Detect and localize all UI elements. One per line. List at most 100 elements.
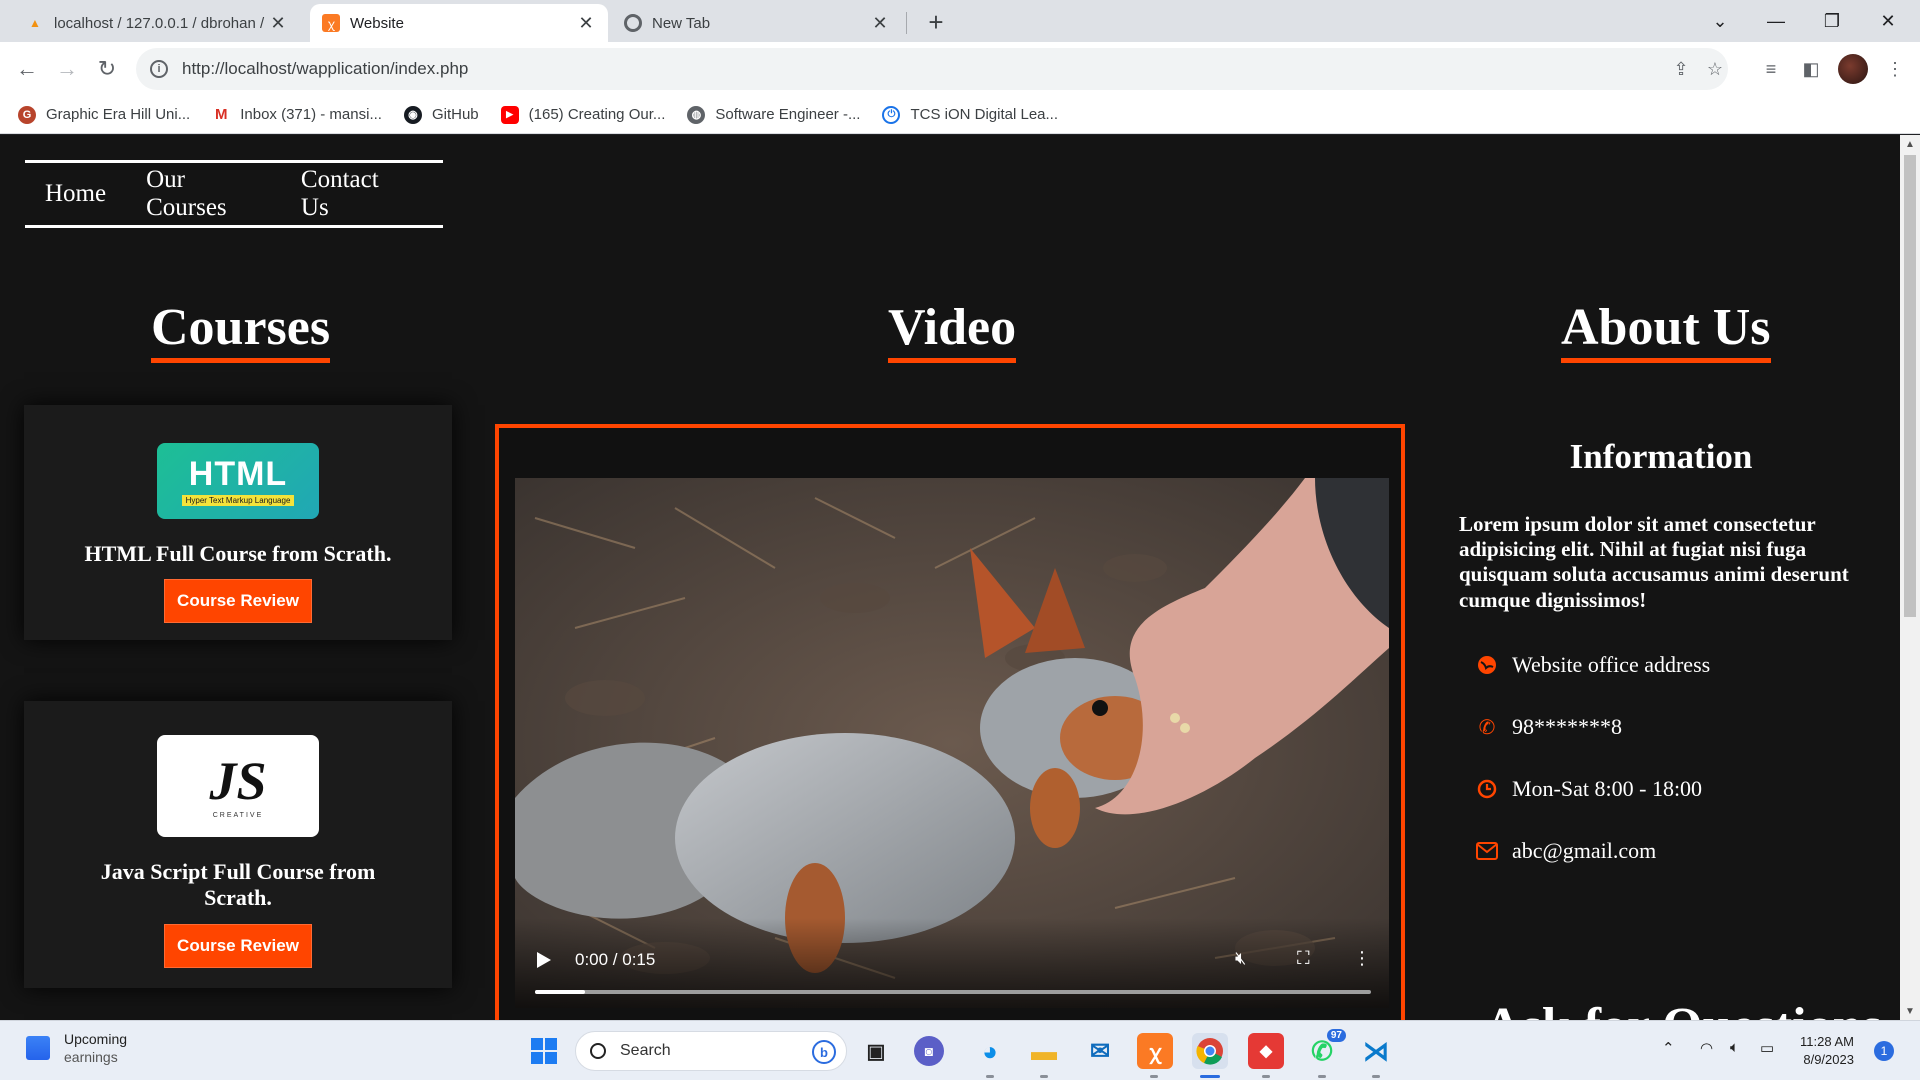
scroll-down-arrow-icon[interactable]: ▼ — [1900, 1002, 1920, 1020]
course-title: Java Script Full Course from Scrath. — [100, 859, 376, 911]
teams-chat-icon[interactable]: ◙ — [914, 1036, 944, 1066]
course-review-button[interactable]: Course Review — [164, 923, 312, 968]
running-indicator — [1040, 1075, 1048, 1078]
windows-taskbar: Upcoming earnings Search b ▣ ◙ ◕ ▬ ✉ ꭓ ◆… — [0, 1020, 1920, 1080]
bookmark-graphic-era[interactable]: G Graphic Era Hill Uni... — [18, 105, 191, 124]
xampp-icon: ꭓ — [322, 14, 340, 32]
youtube-icon: ▶ — [500, 105, 519, 124]
info-icon[interactable]: i — [150, 60, 168, 78]
windows-start-icon[interactable] — [526, 1033, 562, 1069]
gmail-icon: M — [212, 105, 231, 124]
scrollbar-thumb[interactable] — [1904, 155, 1916, 617]
logo-sub-text: Hyper Text Markup Language — [181, 494, 295, 506]
close-window-button[interactable]: ✕ — [1860, 0, 1916, 42]
share-icon[interactable]: ⇪ — [1668, 56, 1694, 82]
courses-heading: Courses — [151, 300, 331, 363]
close-icon[interactable]: ✕ — [268, 13, 288, 34]
globe-icon: ◍ — [687, 105, 706, 124]
video-heading: Video — [888, 300, 1017, 363]
notification-badge[interactable]: 1 — [1874, 1041, 1894, 1061]
xampp-icon[interactable]: ꭓ — [1137, 1033, 1173, 1069]
edge-icon[interactable]: ◕ — [972, 1033, 1008, 1069]
close-icon[interactable]: ✕ — [870, 13, 890, 34]
bookmark-software-engineer[interactable]: ◍ Software Engineer -... — [687, 105, 860, 124]
scroll-up-arrow-icon[interactable]: ▲ — [1900, 135, 1920, 153]
show-hidden-icons[interactable]: ⌃ — [1662, 1039, 1675, 1057]
tab-title: Website — [350, 14, 404, 32]
logo-main-text: HTML — [188, 454, 288, 493]
about-heading: About Us — [1561, 300, 1771, 363]
taskbar-search[interactable]: Search b — [575, 1031, 847, 1071]
file-explorer-icon[interactable]: ▬ — [1026, 1033, 1062, 1069]
video-time: 0:00 / 0:15 — [575, 950, 656, 969]
whatsapp-icon[interactable]: ✆ 97 — [1304, 1029, 1346, 1069]
restore-button[interactable]: ❐ — [1804, 0, 1860, 42]
url-text[interactable]: http://localhost/wapplication/index.php — [182, 59, 468, 79]
video-player[interactable]: 0:00 / 0:15 🔇︎ ⛶ ⋮ — [515, 478, 1389, 1008]
video-frame: 0:00 / 0:15 🔇︎ ⛶ ⋮ — [495, 424, 1405, 1020]
mute-icon[interactable]: 🔇︎ — [1235, 948, 1246, 969]
mail-icon[interactable]: ✉ — [1082, 1033, 1118, 1069]
system-clock[interactable]: 11:28 AM 8/9/2023 — [1800, 1033, 1854, 1068]
bookmark-tcs-ion[interactable]: ⏻ TCS iON Digital Lea... — [882, 105, 1058, 124]
forward-button[interactable]: → — [51, 53, 83, 85]
side-panel-icon[interactable]: ◧ — [1796, 54, 1826, 84]
battery-icon[interactable]: ▭ — [1760, 1039, 1774, 1057]
tab-website[interactable]: ꭓ Website ✕ — [310, 4, 608, 42]
vscode-icon[interactable]: ⋊ — [1358, 1033, 1394, 1069]
weather-widget[interactable]: Upcoming earnings — [26, 1030, 127, 1066]
page-scrollbar[interactable]: ▲ ▼ — [1900, 135, 1920, 1020]
new-tab-button[interactable]: + — [920, 6, 952, 38]
volume-icon[interactable]: 🔈︎ — [1730, 1039, 1739, 1056]
running-indicator — [1262, 1075, 1270, 1078]
bookmark-gmail[interactable]: M Inbox (371) - mansi... — [212, 105, 382, 124]
reload-button[interactable]: ↻ — [91, 53, 123, 85]
nav-contact-us[interactable]: Contact Us — [301, 166, 403, 222]
search-icon — [590, 1043, 606, 1059]
anydesk-icon[interactable]: ◆ — [1248, 1033, 1284, 1069]
bookmark-github[interactable]: ◉ GitHub — [403, 105, 479, 124]
address-bar[interactable]: i http://localhost/wapplication/index.ph… — [136, 48, 1728, 90]
nav-our-courses[interactable]: Our Courses — [146, 166, 261, 222]
nav-home[interactable]: Home — [45, 180, 106, 208]
menu-icon[interactable]: ⋮ — [1880, 54, 1910, 84]
tab-strip: ▲ localhost / 127.0.0.1 / dbrohan / ✕ ꭓ … — [0, 0, 1920, 42]
bookmark-label: (165) Creating Our... — [528, 106, 666, 123]
play-icon[interactable] — [537, 952, 551, 968]
bookmark-label: Graphic Era Hill Uni... — [46, 106, 191, 123]
reading-list-icon[interactable]: ≡ — [1756, 54, 1786, 84]
information-title: Information — [1569, 437, 1753, 476]
graphic-era-icon: G — [18, 105, 36, 124]
wifi-icon[interactable]: ◠ — [1700, 1039, 1713, 1057]
course-title: HTML Full Course from Scrath. — [84, 541, 392, 566]
close-icon[interactable]: ✕ — [576, 13, 596, 34]
minimize-button[interactable]: — — [1748, 0, 1804, 42]
bookmark-youtube[interactable]: ▶ (165) Creating Our... — [500, 105, 666, 124]
running-indicator — [1372, 1075, 1380, 1078]
clock-date: 8/9/2023 — [1803, 1051, 1854, 1067]
envelope-icon — [1476, 840, 1498, 862]
course-review-button[interactable]: Course Review — [164, 579, 312, 624]
browser-toolbar: ← → ↻ i http://localhost/wapplication/in… — [0, 42, 1920, 96]
contact-text: abc@gmail.com — [1512, 838, 1657, 863]
bookmark-star-icon[interactable]: ☆ — [1702, 56, 1728, 82]
tab-phpmyadmin[interactable]: ▲ localhost / 127.0.0.1 / dbrohan / ✕ — [14, 4, 300, 42]
contact-address: Website office address — [1476, 652, 1710, 678]
video-menu-icon[interactable]: ⋮ — [1353, 948, 1371, 969]
javascript-logo: JS CREATIVE — [157, 735, 319, 837]
tab-separator — [906, 12, 907, 34]
clock-icon — [1476, 778, 1498, 800]
tab-new-tab[interactable]: New Tab ✕ — [612, 4, 902, 42]
bing-icon[interactable]: b — [812, 1040, 836, 1064]
video-progress-bar[interactable] — [535, 990, 1371, 994]
running-indicator — [986, 1075, 994, 1078]
profile-avatar[interactable] — [1838, 54, 1868, 84]
contact-text: Website office address — [1512, 652, 1711, 677]
fullscreen-icon[interactable]: ⛶ — [1297, 948, 1310, 969]
chrome-icon[interactable] — [1192, 1033, 1228, 1069]
whatsapp-badge: 97 — [1326, 1029, 1346, 1042]
task-view-icon[interactable]: ▣ — [858, 1033, 894, 1069]
back-button[interactable]: ← — [11, 53, 43, 85]
contact-text: Mon-Sat 8:00 - 18:00 — [1512, 776, 1703, 801]
tab-search-button[interactable]: ⌄ — [1692, 0, 1748, 42]
